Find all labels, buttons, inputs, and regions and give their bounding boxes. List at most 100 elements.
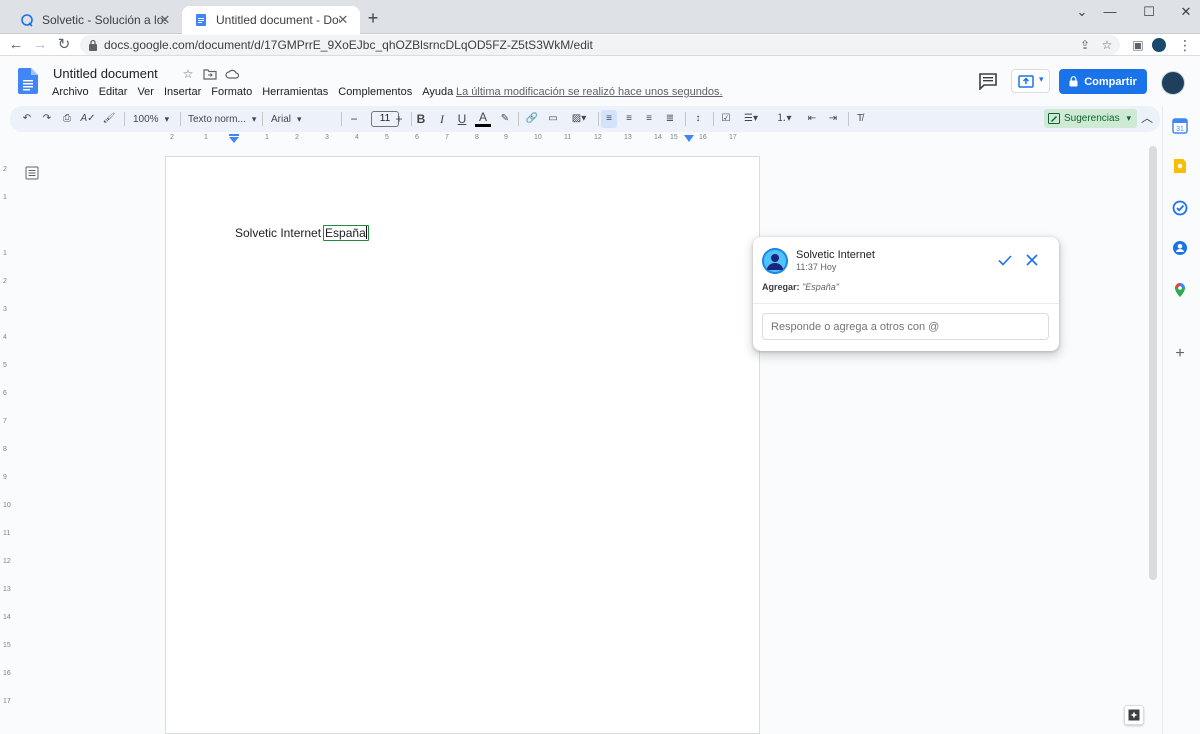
insert-link-icon[interactable]: 🔗 <box>524 110 540 128</box>
side-panel-icon[interactable]: ▣ <box>1128 35 1148 55</box>
zoom-select[interactable]: 100% <box>133 110 169 128</box>
align-center-icon[interactable]: ≡ <box>621 110 637 128</box>
share-button[interactable]: Compartir <box>1059 69 1147 94</box>
ruler-label: 9 <box>3 474 7 481</box>
ruler-label: 4 <box>355 134 359 141</box>
align-right-icon[interactable]: ≡ <box>641 110 657 128</box>
browser-profile-avatar[interactable] <box>1152 38 1166 52</box>
ruler-label: 1 <box>3 194 7 201</box>
document-body-text[interactable]: Solvetic Internet España <box>235 225 369 241</box>
back-icon[interactable]: ← <box>6 35 26 55</box>
card-divider <box>753 303 1059 304</box>
menu-formato[interactable]: Formato <box>211 86 252 98</box>
paint-format-icon[interactable]: 🖌 <box>101 110 117 128</box>
keep-icon[interactable] <box>1172 158 1188 174</box>
menu-ayuda[interactable]: Ayuda <box>422 86 453 98</box>
tasks-icon[interactable] <box>1172 200 1188 216</box>
undo-icon[interactable]: ↶ <box>19 110 35 128</box>
calendar-icon[interactable]: 31 <box>1172 118 1188 134</box>
comment-history-icon[interactable] <box>978 72 998 90</box>
suggestion-card[interactable]: Solvetic Internet 11:37 Hoy Agregar: "Es… <box>753 237 1059 351</box>
clear-formatting-icon[interactable]: T̸ <box>852 110 868 128</box>
new-tab-icon[interactable]: + <box>364 9 382 27</box>
cloud-saved-icon[interactable] <box>225 67 239 81</box>
ruler-label: 9 <box>504 134 508 141</box>
suggested-insertion[interactable]: España <box>323 225 369 241</box>
close-tab-icon[interactable]: ✕ <box>158 13 172 27</box>
line-spacing-icon[interactable]: ↕ <box>690 110 706 128</box>
browser-menu-icon[interactable]: ⋮ <box>1178 37 1192 53</box>
bulleted-list-icon[interactable]: ☰▾ <box>738 110 764 128</box>
accept-suggestion-icon[interactable] <box>997 252 1013 268</box>
reject-suggestion-icon[interactable] <box>1024 252 1040 268</box>
maps-icon[interactable] <box>1172 282 1188 298</box>
browser-tab-solvetic[interactable]: Solvetic - Solución a los problemas ✕ <box>8 6 182 34</box>
paragraph-style-select[interactable]: Texto norm... <box>188 110 256 128</box>
add-comment-icon[interactable]: ▭ <box>545 110 561 128</box>
menu-archivo[interactable]: Archivo <box>52 86 89 98</box>
increase-font-size-icon[interactable]: + <box>391 110 407 128</box>
menu-ver[interactable]: Ver <box>137 86 154 98</box>
reload-icon[interactable]: ↻ <box>54 35 74 55</box>
url-field[interactable]: docs.google.com/document/d/17GMPrrE_9XoE… <box>80 35 1120 55</box>
underline-icon[interactable]: U <box>454 110 470 128</box>
highlight-color-icon[interactable]: ✎ <box>497 110 513 128</box>
suggested-text: España <box>325 226 366 240</box>
ruler-label: 14 <box>654 134 662 141</box>
document-outline-icon[interactable] <box>25 166 39 180</box>
ruler-label: 13 <box>624 134 632 141</box>
ruler-label: 10 <box>534 134 542 141</box>
collapse-menus-icon[interactable]: ︿ <box>1140 111 1154 125</box>
justify-icon[interactable]: ≣ <box>662 110 678 128</box>
menu-herramientas[interactable]: Herramientas <box>262 86 328 98</box>
docs-logo-icon[interactable] <box>18 68 38 94</box>
align-left-icon[interactable]: ≡ <box>601 110 617 128</box>
move-folder-icon[interactable] <box>203 67 217 81</box>
close-window-icon[interactable]: ✕ <box>1176 2 1196 22</box>
explore-button[interactable] <box>1124 705 1144 725</box>
last-edit-link[interactable]: La última modificación se realizó hace u… <box>456 86 723 98</box>
redo-icon[interactable]: ↷ <box>39 110 55 128</box>
add-addon-icon[interactable]: + <box>1172 346 1188 362</box>
editing-mode-select[interactable]: Sugerencias <box>1044 109 1137 128</box>
bookmark-star-icon[interactable]: ☆ <box>1100 38 1114 52</box>
star-icon[interactable]: ☆ <box>181 67 195 81</box>
chevron-down-icon: ▾ <box>1039 74 1044 84</box>
menu-editar[interactable]: Editar <box>99 86 128 98</box>
tab-search-icon[interactable]: ⌄ <box>1072 2 1092 22</box>
bold-icon[interactable]: B <box>413 110 429 128</box>
account-avatar[interactable] <box>1161 71 1185 95</box>
decrease-font-size-icon[interactable]: − <box>346 110 362 128</box>
decrease-indent-icon[interactable]: ⇤ <box>804 110 820 128</box>
close-tab-icon[interactable]: ✕ <box>336 13 350 27</box>
document-title[interactable]: Untitled document <box>53 66 158 81</box>
text-color-icon[interactable]: A <box>475 110 491 127</box>
left-indent-marker-icon[interactable] <box>228 134 240 144</box>
menu-complementos[interactable]: Complementos <box>338 86 412 98</box>
italic-icon[interactable]: I <box>434 110 450 128</box>
numbered-list-icon[interactable]: ⒈▾ <box>771 110 797 128</box>
contacts-icon[interactable] <box>1172 240 1188 256</box>
ruler-label: 1 <box>3 250 7 257</box>
minimize-icon[interactable]: — <box>1100 2 1120 22</box>
horizontal-ruler[interactable]: 2 1 1 2 3 4 5 6 7 8 9 10 11 12 13 14 15 … <box>164 133 760 145</box>
print-icon[interactable]: ⎙ <box>59 110 75 128</box>
checklist-icon[interactable]: ☑ <box>718 110 734 128</box>
maximize-icon[interactable]: ☐ <box>1139 2 1159 22</box>
increase-indent-icon[interactable]: ⇥ <box>825 110 841 128</box>
menu-insertar[interactable]: Insertar <box>164 86 201 98</box>
document-page[interactable] <box>165 156 760 734</box>
font-select[interactable]: Arial <box>271 110 337 128</box>
share-page-icon[interactable]: ⇪ <box>1078 38 1092 52</box>
docs-favicon-icon <box>196 14 206 26</box>
vertical-scrollbar[interactable] <box>1149 146 1157 580</box>
insert-image-icon[interactable]: ▨▾ <box>567 110 591 128</box>
right-indent-marker-icon[interactable] <box>684 135 694 143</box>
forward-icon[interactable]: → <box>30 35 50 55</box>
reply-input[interactable] <box>762 313 1049 340</box>
user-icon <box>762 248 788 274</box>
present-button[interactable]: ▾ <box>1011 69 1050 93</box>
ruler-label: 10 <box>3 502 11 509</box>
spellcheck-icon[interactable]: A✓ <box>80 110 96 128</box>
browser-tab-docs[interactable]: Untitled document - Documentos ✕ <box>182 6 360 34</box>
